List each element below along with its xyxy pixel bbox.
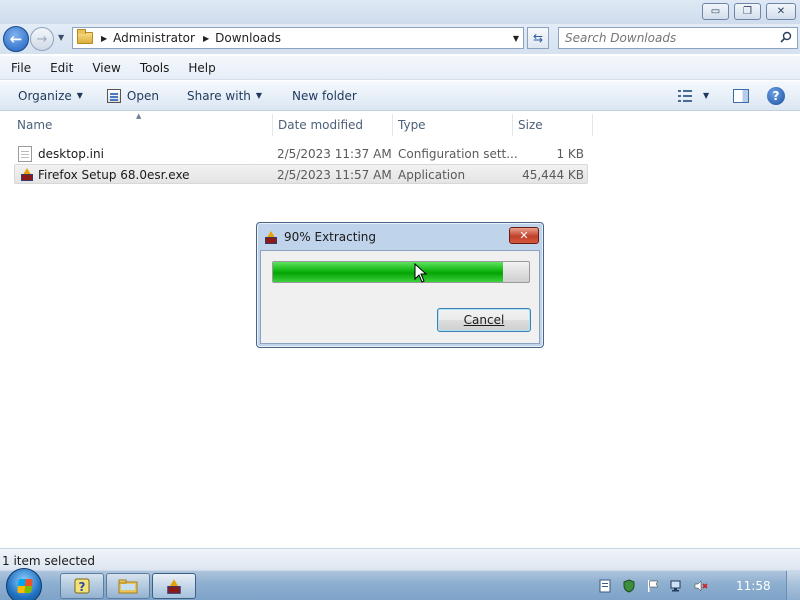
status-text: 1 item selected bbox=[2, 554, 96, 568]
column-header-size[interactable]: Size bbox=[518, 118, 543, 132]
maximize-button[interactable]: ❐ bbox=[734, 3, 761, 20]
file-name: desktop.ini bbox=[38, 147, 104, 161]
network-icon[interactable] bbox=[670, 579, 684, 593]
back-button[interactable]: ← bbox=[3, 26, 29, 52]
window-title-bar: ▭ ❐ ✕ bbox=[0, 0, 800, 24]
column-divider[interactable] bbox=[512, 114, 513, 136]
taskbar-firefox-setup[interactable] bbox=[152, 573, 196, 599]
address-bar[interactable]: ▶ Administrator ▶ Downloads ▼ bbox=[72, 27, 524, 49]
shield-icon[interactable] bbox=[622, 579, 636, 593]
installer-icon bbox=[167, 579, 181, 594]
file-type: Application bbox=[398, 168, 466, 182]
file-row-firefox-setup[interactable]: Firefox Setup 68.0esr.exe 2/5/2023 11:57… bbox=[14, 164, 588, 184]
show-desktop-button[interactable] bbox=[786, 571, 800, 600]
address-row: ← → ▼ ▶ Administrator ▶ Downloads ▼ ⇆ bbox=[0, 24, 800, 54]
file-size: 1 KB bbox=[556, 147, 584, 161]
preview-pane-icon[interactable] bbox=[733, 89, 749, 103]
column-divider[interactable] bbox=[392, 114, 393, 136]
dialog-close-button[interactable]: ✕ bbox=[509, 227, 539, 244]
dialog-title: 90% Extracting bbox=[284, 230, 377, 244]
taskbar: ? 11:58 bbox=[0, 568, 800, 600]
column-divider[interactable] bbox=[592, 114, 593, 136]
clipboard-tray-icon[interactable] bbox=[598, 579, 612, 593]
cancel-label: Cancel bbox=[463, 313, 505, 327]
file-name: Firefox Setup 68.0esr.exe bbox=[38, 168, 190, 182]
help-and-support-icon: ? bbox=[74, 578, 90, 594]
refresh-button[interactable]: ⇆ bbox=[527, 27, 549, 49]
breadcrumb-administrator[interactable]: Administrator bbox=[113, 31, 195, 45]
folder-icon bbox=[77, 29, 93, 44]
search-box[interactable] bbox=[558, 27, 798, 49]
file-date: 2/5/2023 11:57 AM bbox=[277, 168, 392, 182]
forward-arrow-icon: → bbox=[36, 31, 48, 47]
menu-file[interactable]: File bbox=[8, 59, 34, 77]
taskbar-explorer[interactable] bbox=[106, 573, 150, 599]
minimize-button[interactable]: ▭ bbox=[702, 3, 729, 20]
chevron-right-icon[interactable]: ▶ bbox=[203, 34, 209, 43]
taskbar-clock[interactable]: 11:58 bbox=[736, 579, 771, 593]
mouse-cursor-icon bbox=[414, 263, 428, 283]
dialog-body: Cancel bbox=[260, 250, 540, 344]
close-button[interactable]: ✕ bbox=[766, 3, 796, 20]
settings-file-icon bbox=[18, 146, 32, 162]
open-label: Open bbox=[126, 88, 159, 103]
chevron-right-icon[interactable]: ▶ bbox=[101, 34, 107, 43]
sort-ascending-icon: ▲ bbox=[136, 112, 142, 120]
share-with-button[interactable]: Share with ▼ bbox=[179, 84, 270, 108]
search-icon[interactable] bbox=[780, 31, 792, 43]
breadcrumb-downloads[interactable]: Downloads bbox=[215, 31, 281, 45]
refresh-icon: ⇆ bbox=[532, 31, 544, 45]
new-folder-button[interactable]: New folder bbox=[284, 84, 365, 108]
forward-button[interactable]: → bbox=[30, 27, 54, 51]
file-type: Configuration sett... bbox=[398, 147, 518, 161]
column-header-type[interactable]: Type bbox=[398, 118, 426, 132]
file-size: 45,444 KB bbox=[522, 168, 584, 182]
organize-label: Organize bbox=[18, 88, 72, 103]
menu-edit[interactable]: Edit bbox=[47, 59, 76, 77]
recent-pages-dropdown[interactable]: ▼ bbox=[58, 33, 64, 42]
file-row-desktop-ini[interactable]: desktop.ini 2/5/2023 11:37 AM Configurat… bbox=[14, 144, 588, 164]
organize-button[interactable]: Organize ▼ bbox=[10, 84, 91, 108]
views-dropdown-icon[interactable]: ▼ bbox=[703, 91, 709, 100]
volume-muted-icon[interactable] bbox=[694, 579, 708, 593]
taskbar-help-app[interactable]: ? bbox=[60, 573, 104, 599]
file-date: 2/5/2023 11:37 AM bbox=[277, 147, 392, 161]
menu-bar: File Edit View Tools Help bbox=[0, 56, 800, 80]
column-divider[interactable] bbox=[272, 114, 273, 136]
svg-text:?: ? bbox=[79, 580, 86, 594]
extract-progress-bar bbox=[272, 261, 530, 283]
help-icon[interactable]: ? bbox=[767, 87, 785, 105]
start-button[interactable] bbox=[6, 568, 42, 600]
dialog-title-bar: 90% Extracting bbox=[263, 228, 376, 246]
action-center-flag-icon[interactable] bbox=[646, 579, 660, 593]
chevron-down-icon: ▼ bbox=[255, 91, 263, 100]
open-button[interactable]: Open bbox=[99, 84, 167, 108]
column-header-date[interactable]: Date modified bbox=[278, 118, 363, 132]
search-input[interactable] bbox=[559, 28, 769, 48]
new-folder-label: New folder bbox=[292, 88, 357, 103]
chevron-down-icon: ▼ bbox=[76, 91, 83, 100]
menu-help[interactable]: Help bbox=[185, 59, 218, 77]
share-with-label: Share with bbox=[186, 88, 251, 103]
extracting-dialog: 90% Extracting ✕ Cancel bbox=[256, 222, 544, 348]
open-icon bbox=[106, 88, 121, 103]
folder-icon bbox=[118, 579, 138, 594]
menu-view[interactable]: View bbox=[89, 59, 123, 77]
back-arrow-icon: ← bbox=[9, 30, 23, 48]
column-header-name[interactable]: Name bbox=[17, 118, 52, 132]
column-headers: ▲ Name Date modified Type Size bbox=[0, 112, 800, 138]
progress-fill bbox=[273, 262, 504, 282]
address-dropdown-icon[interactable]: ▼ bbox=[513, 34, 519, 43]
views-icon[interactable] bbox=[678, 90, 692, 102]
status-bar: 1 item selected bbox=[0, 548, 800, 570]
installer-icon bbox=[265, 231, 277, 244]
menu-tools[interactable]: Tools bbox=[137, 59, 173, 77]
command-toolbar: Organize ▼ Open Share with ▼ New folder … bbox=[0, 81, 800, 111]
installer-icon bbox=[21, 168, 33, 181]
cancel-button[interactable]: Cancel bbox=[437, 308, 531, 332]
